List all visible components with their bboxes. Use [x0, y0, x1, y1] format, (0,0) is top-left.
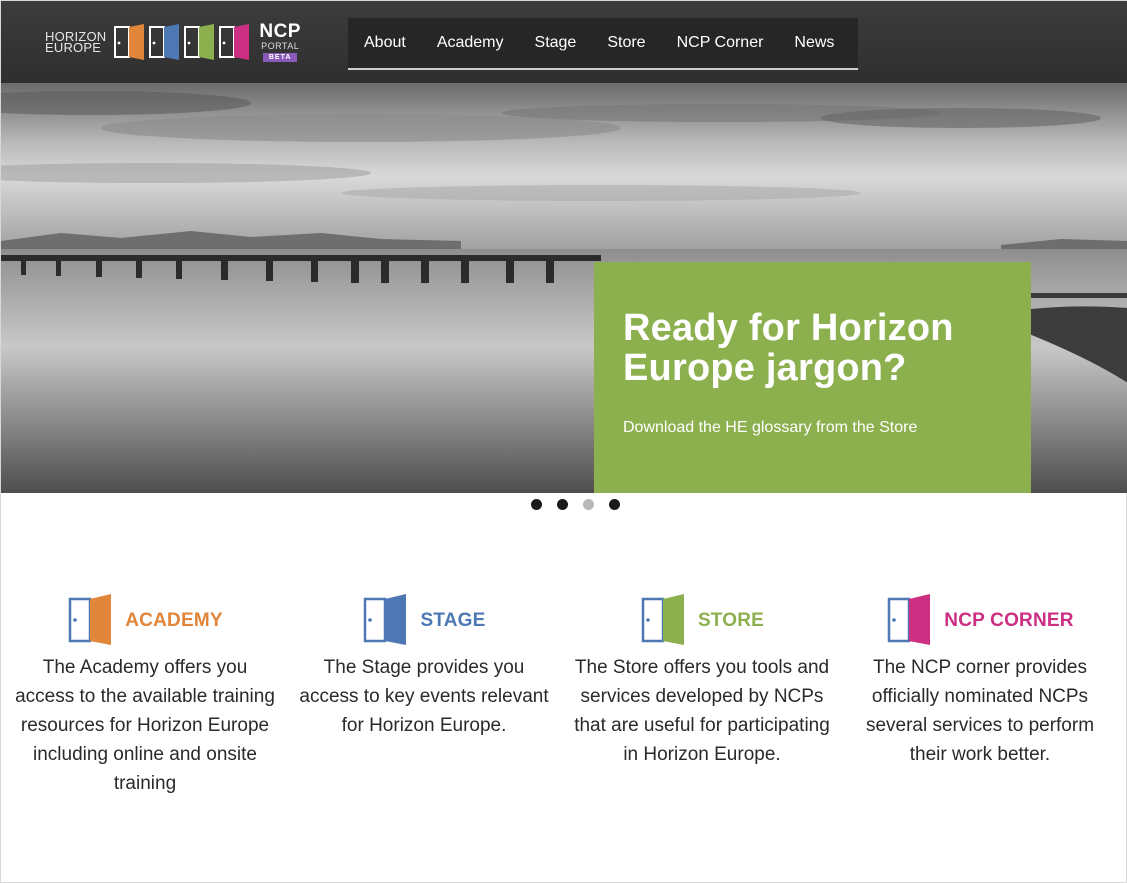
feature-stage: STAGE The Stage provides you access to k…	[294, 591, 554, 740]
beta-badge: BETA	[262, 53, 298, 62]
door-icon	[886, 593, 936, 650]
slider-dot-1[interactable]	[531, 499, 542, 510]
feature-ncp-corner: NCP CORNER The NCP corner provides offic…	[850, 591, 1110, 769]
door-icon	[640, 593, 690, 650]
feature-description: The Store offers you tools and services …	[574, 657, 830, 765]
feature-store: STORE The Store offers you tools and ser…	[572, 591, 832, 769]
feature-description: The NCP corner provides officially nomin…	[865, 657, 1095, 765]
feature-academy: ACADEMY The Academy offers you access to…	[15, 591, 275, 798]
feature-ncp-corner-link[interactable]: NCP CORNER	[850, 591, 1110, 651]
slider-dot-2[interactable]	[557, 499, 568, 510]
top-bar: HORIZON EUROPE NCP PORTAL BETA About Aca…	[1, 1, 1127, 83]
nav-store[interactable]: Store	[607, 34, 645, 52]
nav-about[interactable]: About	[364, 34, 406, 52]
feature-title: ACADEMY	[125, 610, 223, 631]
main-nav: About Academy Stage Store NCP Corner New…	[348, 18, 858, 70]
door-icon	[67, 593, 117, 650]
features-section: ACADEMY The Academy offers you access to…	[1, 591, 1127, 871]
feature-store-link[interactable]: STORE	[572, 591, 832, 651]
slider-dot-3[interactable]	[583, 499, 594, 510]
slider-dot-4[interactable]	[609, 499, 620, 510]
logo-wordmark: HORIZON EUROPE	[45, 29, 107, 55]
door-icon	[362, 593, 412, 650]
logo-ncp-portal: NCP PORTAL BETA	[259, 21, 301, 62]
feature-stage-link[interactable]: STAGE	[294, 591, 554, 651]
hero-title: Ready for Horizon Europe jargon?	[623, 307, 954, 389]
hero-subtitle-link[interactable]: Download the HE glossary from the Store	[623, 419, 1011, 437]
feature-description: The Academy offers you access to the ava…	[15, 657, 275, 794]
site-logo[interactable]: HORIZON EUROPE NCP PORTAL BETA	[45, 22, 301, 62]
feature-title: NCP CORNER	[944, 610, 1074, 631]
hero-promo-box: Ready for Horizon Europe jargon? Downloa…	[594, 262, 1031, 493]
feature-title: STORE	[697, 610, 765, 631]
feature-academy-link[interactable]: ACADEMY	[15, 591, 275, 651]
feature-description: The Stage provides you access to key eve…	[299, 657, 549, 736]
slider-dots	[531, 499, 620, 510]
nav-ncp-corner[interactable]: NCP Corner	[677, 34, 764, 52]
nav-academy[interactable]: Academy	[437, 34, 504, 52]
hero-slider: Ready for Horizon Europe jargon? Downloa…	[1, 83, 1127, 493]
nav-stage[interactable]: Stage	[535, 34, 577, 52]
nav-news[interactable]: News	[794, 34, 834, 52]
logo-doors-icon	[114, 24, 254, 60]
feature-title: STAGE	[420, 610, 486, 631]
